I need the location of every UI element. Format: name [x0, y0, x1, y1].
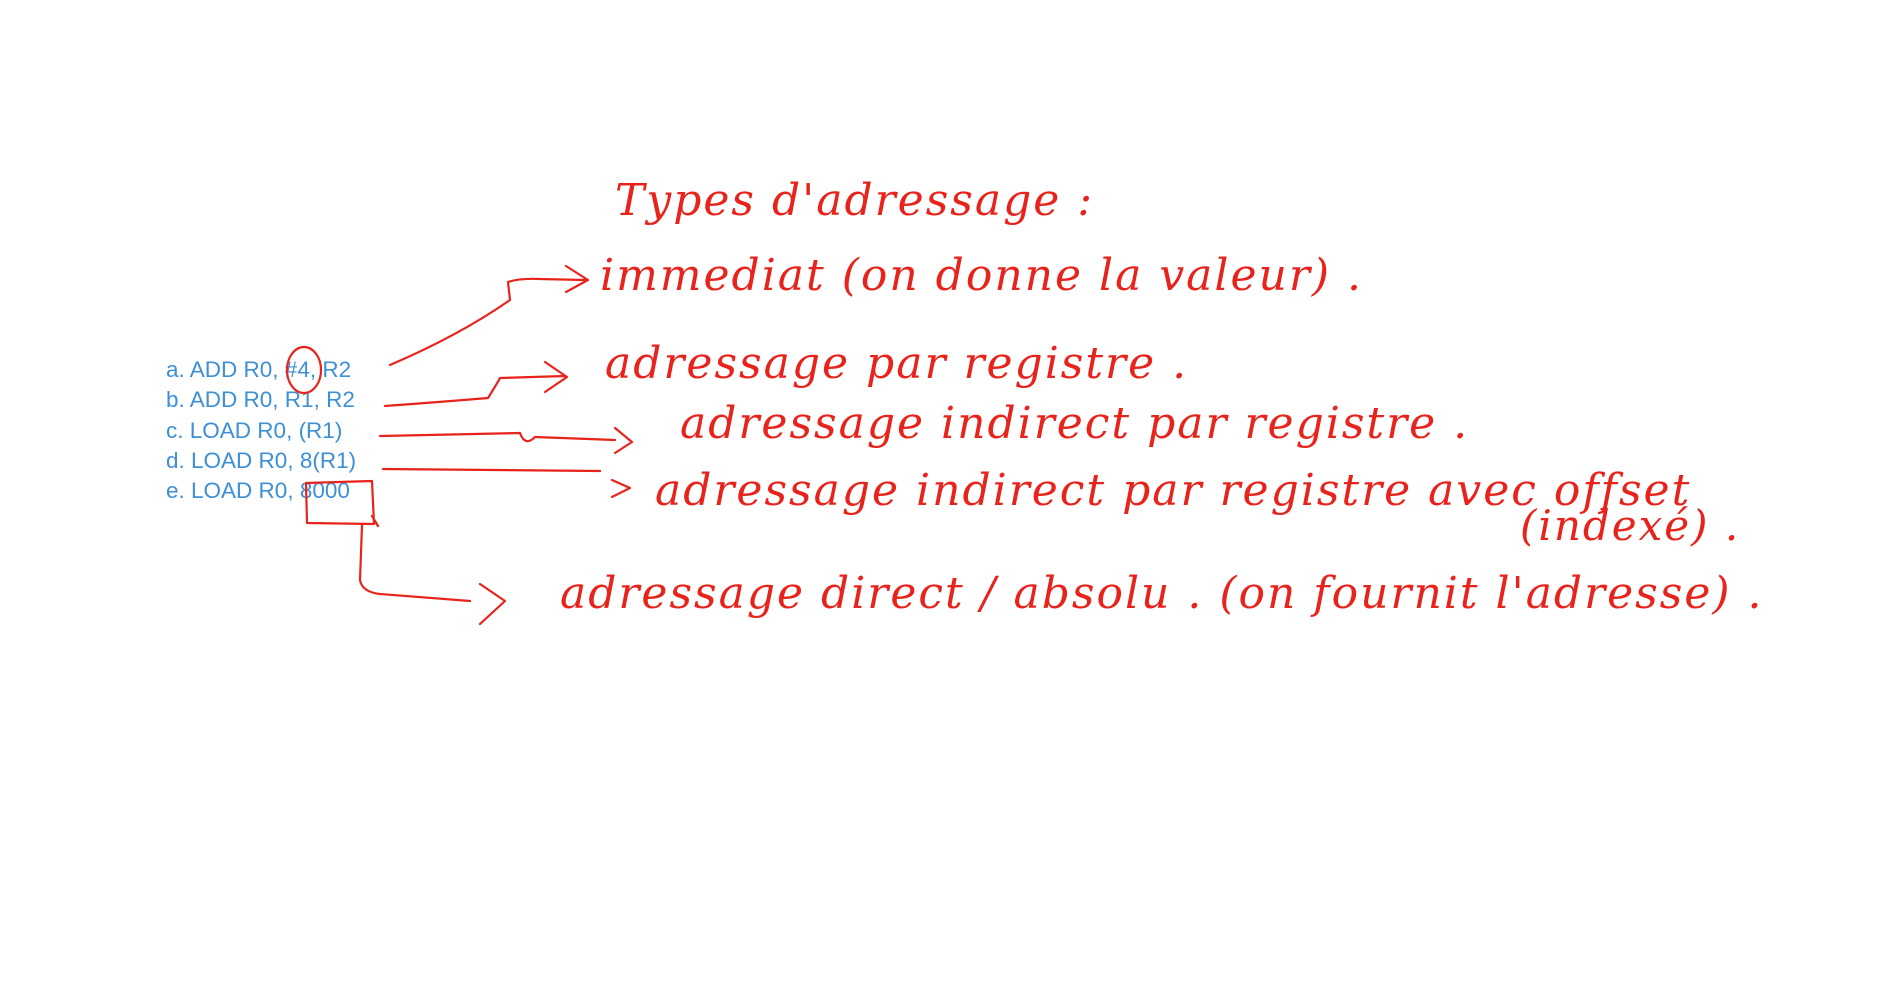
handwritten-title: Types d'adressage : — [615, 175, 1094, 226]
arrow-immediate-icon — [388, 264, 590, 367]
handwritten-indirect-register: adressage indirect par registre . — [680, 398, 1469, 449]
arrow-indirect-icon — [378, 426, 634, 455]
box-mark-icon — [304, 479, 380, 528]
arrow-register-icon — [383, 360, 569, 408]
handwritten-direct-absolute: adressage direct / absolu . (on fournit … — [560, 568, 1764, 619]
arrow-direct-icon — [358, 523, 507, 626]
handwritten-immediate: immediat (on donne la valeur) . — [600, 250, 1363, 301]
handwritten-indexed: (indexé) . — [1520, 501, 1740, 550]
handwritten-register: adressage par registre . — [605, 338, 1188, 389]
handwritten-annotations: Types d'adressage : immediat (on donne l… — [285, 175, 1764, 626]
whiteboard-canvas: a. ADD R0, #4, R2 b. ADD R0, R1, R2 c. L… — [0, 0, 1893, 995]
circle-mark-icon — [285, 345, 323, 395]
arrow-offset-icon — [381, 467, 632, 499]
